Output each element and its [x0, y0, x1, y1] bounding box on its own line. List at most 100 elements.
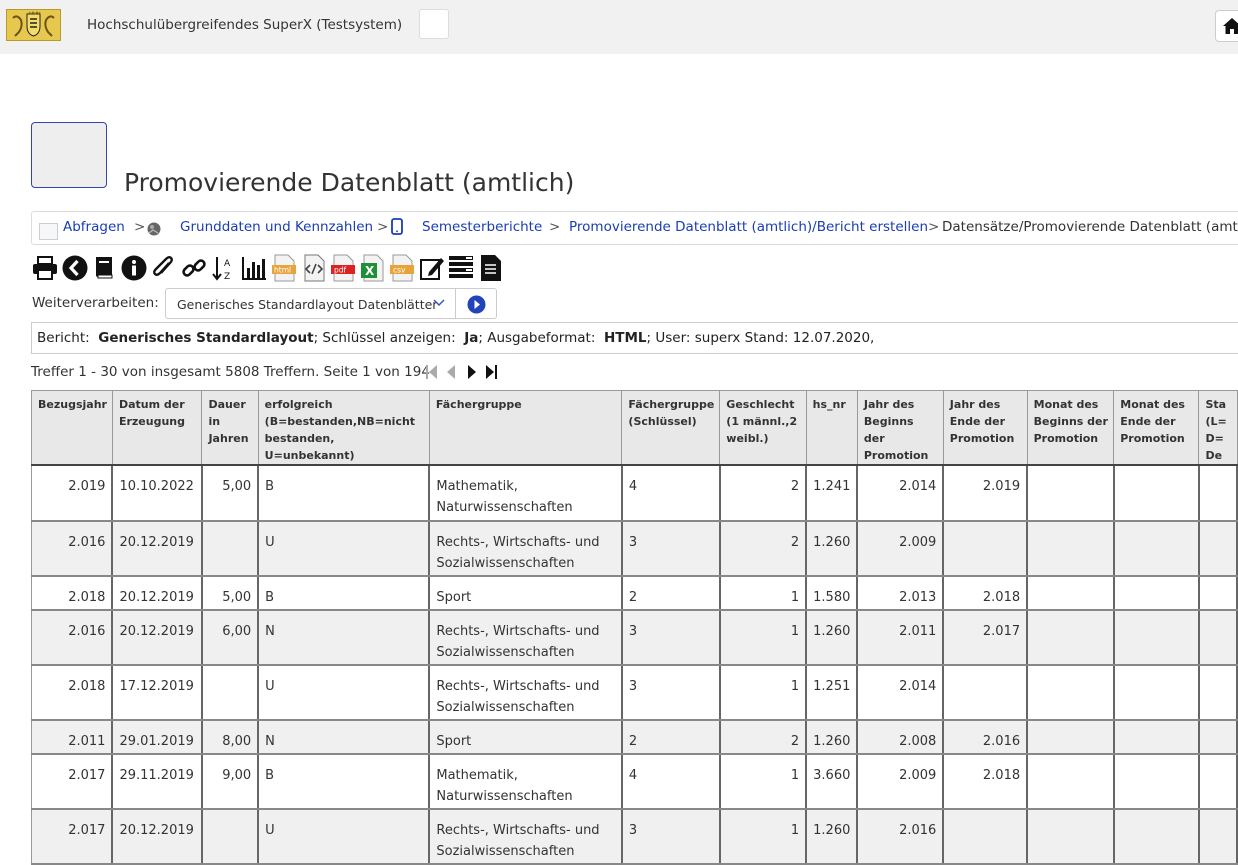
checkbox-icon[interactable]	[39, 223, 58, 240]
svg-text:Z: Z	[224, 272, 230, 282]
column-header[interactable]: Geschlecht (1 männl.,2 weibl.)	[719, 390, 807, 466]
table-cell	[1198, 720, 1238, 755]
table-cell: 2.016	[942, 720, 1029, 755]
table-cell	[1198, 754, 1238, 810]
book-icon[interactable]	[92, 254, 118, 282]
table-cell: 2.018	[942, 754, 1029, 810]
page-title: Promovierende Datenblatt (amtlich)	[124, 168, 575, 197]
table-cell: 2.017	[31, 754, 114, 810]
column-header[interactable]: Monat des Ende der Promotion	[1113, 390, 1200, 466]
document-icon[interactable]	[478, 254, 504, 282]
column-header[interactable]: Monat des Beginns der Promotion	[1026, 390, 1115, 466]
column-header[interactable]: Jahr des Ende der Promotion	[942, 390, 1028, 466]
table-cell: B	[257, 754, 431, 810]
table-cell: 1.241	[805, 465, 859, 522]
column-header[interactable]: Fächergruppe (Schlüssel)	[621, 390, 721, 466]
bericht-label: Bericht:	[37, 330, 90, 346]
table-cell: 1	[719, 610, 808, 666]
chevron-down-icon	[433, 299, 445, 307]
breadcrumb: Abfragen > Grunddaten und Kennzahlen > S…	[31, 211, 1238, 245]
next-page-icon[interactable]	[466, 363, 478, 385]
prev-page-icon[interactable]	[445, 363, 457, 385]
table-cell	[1113, 720, 1200, 755]
table-cell: U	[257, 665, 431, 721]
weiterverarbeiten-go-button[interactable]	[455, 288, 497, 319]
table-cell	[1026, 465, 1115, 522]
chart-icon[interactable]	[241, 254, 267, 282]
first-page-icon[interactable]	[425, 363, 439, 385]
format-value: HTML	[603, 330, 647, 346]
table-cell: 1	[719, 576, 808, 611]
pdf-export-icon[interactable]: pdf	[330, 254, 356, 282]
column-header[interactable]: erfolgreich (B=bestanden,NB=nicht bestan…	[257, 390, 430, 466]
table-cell: 1.260	[805, 521, 859, 577]
table-cell	[1198, 610, 1238, 666]
column-header[interactable]: Sta (L= D= De	[1198, 390, 1238, 466]
coat-of-arms-logo[interactable]	[6, 9, 61, 41]
breadcrumb-grunddaten[interactable]: Grunddaten und Kennzahlen	[180, 219, 373, 235]
weiterverarbeiten-select[interactable]: Generisches Standardlayout Datenblätter	[165, 288, 456, 319]
table-row: 2.018 17.12.2019 U Rechts-, Wirtschafts-…	[31, 665, 1238, 721]
table-cell: 2.009	[856, 521, 945, 577]
html-export-icon[interactable]: html	[271, 254, 297, 282]
edit-icon[interactable]	[419, 254, 445, 282]
report-info-bar: Bericht: Generisches Standardlayout; Sch…	[31, 322, 1238, 354]
table-cell: 1	[719, 809, 808, 865]
table-cell: 2.017	[942, 610, 1029, 666]
table-cell	[201, 521, 260, 577]
schluessel-value: Ja	[464, 330, 479, 346]
column-header[interactable]: hs_nr	[805, 390, 858, 466]
table-cell	[1198, 521, 1238, 577]
table-cell: 20.12.2019	[111, 521, 203, 577]
source-code-icon[interactable]	[301, 254, 327, 282]
column-header[interactable]: Jahr des Beginns der Promotion	[856, 390, 944, 466]
table-cell: 2	[719, 720, 808, 755]
column-header[interactable]: Fächergruppe	[428, 390, 623, 466]
breadcrumb-separator: >	[928, 219, 940, 235]
table-cell	[1113, 610, 1200, 666]
table-cell: N	[257, 720, 431, 755]
back-icon[interactable]	[62, 254, 88, 282]
sort-az-icon[interactable]: AZ	[211, 254, 237, 282]
table-cell	[1113, 576, 1200, 611]
breadcrumb-semesterberichte[interactable]: Semesterberichte	[422, 219, 542, 235]
top-bar: Hochschulübergreifendes SuperX (Testsyst…	[0, 0, 1238, 54]
home-button[interactable]	[1215, 10, 1238, 42]
table-cell	[942, 809, 1029, 865]
table-layout-icon[interactable]	[448, 254, 474, 282]
column-header[interactable]: Bezugsjahr	[31, 390, 113, 466]
table-cell: 2.011	[31, 720, 114, 755]
table-row: 2.018 20.12.2019 5,00 B Sport 2 1 1.580 …	[31, 576, 1238, 611]
top-menu-button[interactable]	[419, 9, 449, 39]
play-circle-icon	[467, 295, 486, 314]
table-cell: U	[257, 809, 431, 865]
table-cell	[942, 665, 1029, 721]
table-cell: 1.260	[805, 610, 859, 666]
table-cell: Rechts-, Wirtschafts- und Sozialwissensc…	[428, 610, 623, 666]
breadcrumb-bericht-erstellen[interactable]: Promovierende Datenblatt (amtlich)/Beric…	[569, 219, 928, 235]
excel-export-icon[interactable]: X	[360, 254, 386, 282]
table-row: 2.017 29.11.2019 9,00 B Mathematik, Natu…	[31, 754, 1238, 810]
column-header[interactable]: Dauer in Jahren	[201, 390, 259, 466]
svg-text:csv: csv	[393, 266, 406, 275]
weiterverarbeiten-label: Weiterverarbeiten:	[32, 295, 159, 311]
paperclip-icon[interactable]	[151, 254, 177, 282]
breadcrumb-abfragen[interactable]: Abfragen	[63, 219, 125, 235]
lion-icon	[146, 221, 162, 241]
link-icon[interactable]	[181, 254, 207, 282]
schluessel-label: ; Schlüssel anzeigen:	[313, 330, 456, 346]
column-header[interactable]: Datum der Erzeugung	[111, 390, 203, 466]
csv-export-icon[interactable]: csv	[389, 254, 415, 282]
last-page-icon[interactable]	[484, 363, 498, 385]
svg-text:pdf: pdf	[334, 266, 347, 275]
print-icon[interactable]	[32, 254, 58, 282]
table-cell	[1113, 809, 1200, 865]
table-row: 2.019 10.10.2022 5,00 B Mathematik, Natu…	[31, 465, 1238, 522]
table-cell: 2.009	[856, 754, 945, 810]
table-row: 2.017 20.12.2019 U Rechts-, Wirtschafts-…	[31, 809, 1238, 865]
table-cell	[1026, 610, 1115, 666]
info-icon[interactable]	[121, 254, 147, 282]
table-cell: 3	[621, 665, 721, 721]
table-cell: 2	[621, 720, 721, 755]
table-cell: 2.014	[856, 665, 945, 721]
